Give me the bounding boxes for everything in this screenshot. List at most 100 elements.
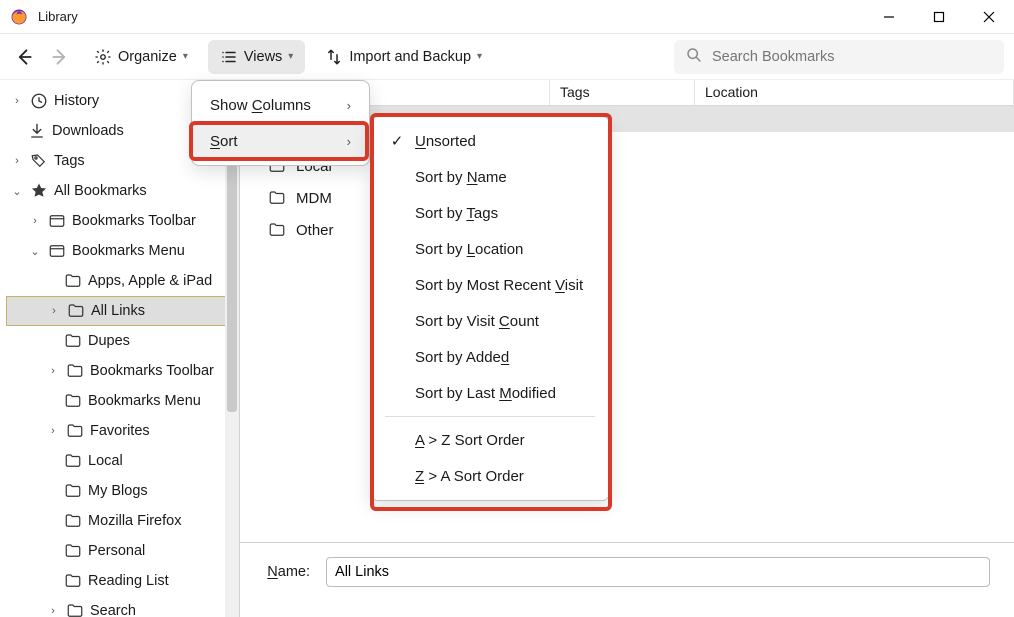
- label: A > Z Sort Order: [415, 432, 525, 449]
- bookmarks-menu-icon: [48, 242, 66, 260]
- label: Show Columns: [210, 97, 311, 114]
- folder-icon: [67, 302, 85, 320]
- sidebar-item-bookmarks-toolbar[interactable]: › Bookmarks Toolbar: [6, 206, 239, 236]
- menu-item-az-sort-order[interactable]: A > Z Sort Order: [371, 422, 609, 458]
- tree-item[interactable]: Apps, Apple & iPad: [6, 266, 239, 296]
- label: Downloads: [52, 123, 124, 139]
- menu-item-sort-by-tags[interactable]: Sort by Tags: [371, 195, 609, 231]
- folder-icon: [64, 542, 82, 560]
- column-header-tags[interactable]: Tags: [550, 80, 695, 105]
- label: Favorites: [90, 423, 150, 439]
- menu-item-za-sort-order[interactable]: Z > A Sort Order: [371, 458, 609, 494]
- chevron-right-icon: ›: [46, 605, 60, 617]
- close-button[interactable]: [964, 0, 1014, 33]
- import-backup-button[interactable]: Import and Backup ▾: [313, 40, 494, 74]
- label: Tags: [54, 153, 85, 169]
- sidebar-item-bookmarks-menu[interactable]: ⌄ Bookmarks Menu: [6, 236, 239, 266]
- chevron-down-icon: ⌄: [28, 245, 42, 258]
- forward-button[interactable]: [46, 43, 74, 71]
- submenu-arrow-icon: ›: [347, 98, 351, 113]
- tree-item[interactable]: › Bookmarks Toolbar: [6, 356, 239, 386]
- tree-item[interactable]: Local: [6, 446, 239, 476]
- minimize-button[interactable]: [864, 0, 914, 33]
- name-field[interactable]: [326, 557, 990, 587]
- list-area[interactable]: Local MDM Other: [240, 106, 1014, 542]
- menu-item-sort-by-most-recent-visit[interactable]: Sort by Most Recent Visit: [371, 267, 609, 303]
- sort-menu: ✓ Unsorted Sort by Name Sort by Tags Sor…: [370, 116, 610, 501]
- menu-item-sort-by-location[interactable]: Sort by Location: [371, 231, 609, 267]
- detail-panel: Name:: [240, 542, 1014, 617]
- tree-item[interactable]: › Search: [6, 596, 239, 617]
- tree-item[interactable]: Mozilla Firefox: [6, 506, 239, 536]
- folder-icon: [64, 452, 82, 470]
- bookmarks-toolbar-icon: [48, 212, 66, 230]
- folder-icon: [64, 392, 82, 410]
- label: Bookmarks Menu: [88, 393, 201, 409]
- label: Bookmarks Toolbar: [90, 363, 214, 379]
- folder-icon: [268, 221, 286, 239]
- chevron-right-icon: ›: [28, 215, 42, 227]
- submenu-arrow-icon: ›: [347, 134, 351, 149]
- views-button[interactable]: Views ▾: [208, 40, 305, 74]
- label: MDM: [296, 190, 332, 207]
- label: Bookmarks Toolbar: [72, 213, 196, 229]
- folder-icon: [64, 332, 82, 350]
- menu-item-sort[interactable]: Sort ›: [192, 123, 369, 159]
- label: Sort by Most Recent Visit: [415, 277, 583, 294]
- search-box[interactable]: [674, 40, 1004, 74]
- chevron-down-icon: ⌄: [10, 185, 24, 198]
- label: Unsorted: [415, 133, 476, 150]
- menu-item-sort-by-name[interactable]: Sort by Name: [371, 159, 609, 195]
- tree-item[interactable]: Dupes: [6, 326, 239, 356]
- label: Mozilla Firefox: [88, 513, 181, 529]
- chevron-right-icon: ›: [10, 155, 24, 167]
- tree-item[interactable]: My Blogs: [6, 476, 239, 506]
- chevron-right-icon: ›: [47, 305, 61, 317]
- check-icon: ✓: [389, 132, 405, 150]
- tree-item[interactable]: Personal: [6, 536, 239, 566]
- organize-button[interactable]: Organize ▾: [82, 40, 200, 74]
- window-title: Library: [38, 9, 864, 24]
- folder-icon: [66, 602, 84, 617]
- column-header-location[interactable]: Location: [695, 80, 1014, 105]
- menu-item-sort-by-added[interactable]: Sort by Added: [371, 339, 609, 375]
- label: All Bookmarks: [54, 183, 147, 199]
- menu-item-sort-by-last-modified[interactable]: Sort by Last Modified: [371, 375, 609, 411]
- chevron-down-icon: ▾: [477, 51, 482, 62]
- tree-item[interactable]: › Favorites: [6, 416, 239, 446]
- chevron-right-icon: ›: [46, 425, 60, 437]
- firefox-logo-icon: [10, 8, 28, 26]
- titlebar: Library: [0, 0, 1014, 34]
- label: Sort by Visit Count: [415, 313, 539, 330]
- chevron-right-icon: ›: [46, 365, 60, 377]
- label: My Blogs: [88, 483, 148, 499]
- tree-item[interactable]: Reading List: [6, 566, 239, 596]
- import-label: Import and Backup: [349, 49, 471, 65]
- label: Sort by Added: [415, 349, 509, 366]
- label: Local: [88, 453, 123, 469]
- label: Sort by Last Modified: [415, 385, 556, 402]
- label: Other: [296, 222, 334, 239]
- folder-icon: [66, 362, 84, 380]
- label: Bookmarks Menu: [72, 243, 185, 259]
- clock-icon: [30, 92, 48, 110]
- download-icon: [28, 122, 46, 140]
- label: Sort by Name: [415, 169, 507, 186]
- chevron-down-icon: ▾: [183, 51, 188, 62]
- tree-item-all-links[interactable]: › All Links: [6, 296, 239, 326]
- back-button[interactable]: [10, 43, 38, 71]
- label: Search: [90, 603, 136, 617]
- toolbar: Organize ▾ Views ▾ Import and Backup ▾: [0, 34, 1014, 80]
- folder-icon: [64, 272, 82, 290]
- menu-item-unsorted[interactable]: ✓ Unsorted: [371, 123, 609, 159]
- chevron-down-icon: ▾: [288, 51, 293, 62]
- tree-item[interactable]: Bookmarks Menu: [6, 386, 239, 416]
- search-input[interactable]: [712, 49, 992, 65]
- menu-item-sort-by-visit-count[interactable]: Sort by Visit Count: [371, 303, 609, 339]
- gear-icon: [94, 48, 112, 66]
- menu-item-show-columns[interactable]: Show Columns ›: [192, 87, 369, 123]
- maximize-button[interactable]: [914, 0, 964, 33]
- label: Reading List: [88, 573, 169, 589]
- sidebar-item-all-bookmarks[interactable]: ⌄ All Bookmarks: [6, 176, 239, 206]
- label: Sort: [210, 133, 238, 150]
